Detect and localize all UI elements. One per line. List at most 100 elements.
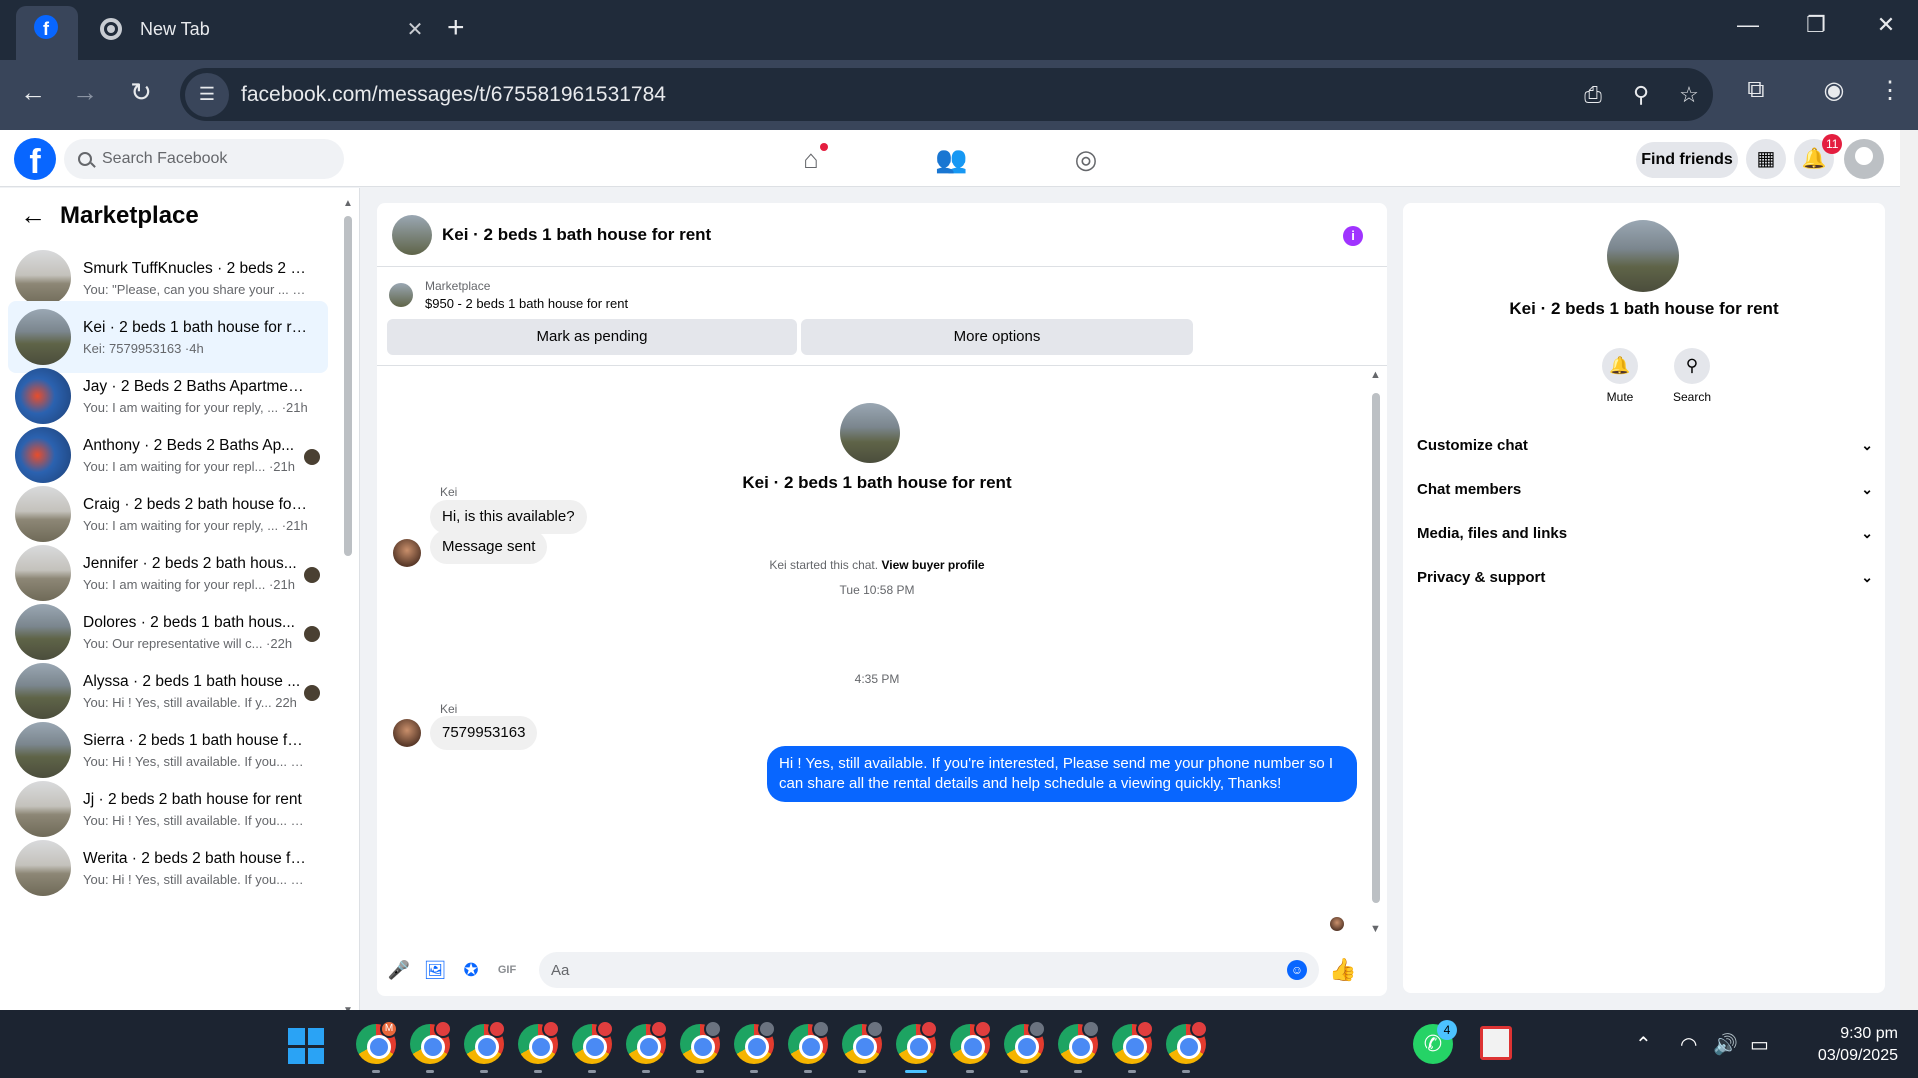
url-text[interactable]: facebook.com/messages/t/675581961531784: [241, 83, 1569, 107]
minimize-icon[interactable]: —: [1728, 12, 1768, 38]
search-icon: [78, 152, 92, 166]
chrome-window-icon[interactable]: [842, 1020, 884, 1064]
forward-icon[interactable]: →: [67, 77, 103, 108]
scroll-up-icon[interactable]: ▲: [343, 198, 353, 209]
chat-scrollbar[interactable]: ▲ ▼: [1369, 369, 1383, 935]
account-avatar[interactable]: [1844, 139, 1884, 179]
site-info-icon[interactable]: ☰: [185, 72, 229, 117]
reload-icon[interactable]: ↻: [123, 77, 159, 108]
groups-icon[interactable]: ◎: [1071, 144, 1101, 174]
new-tab-button[interactable]: +: [447, 12, 465, 44]
menu-grid-icon[interactable]: ▦: [1746, 139, 1786, 179]
facebook-logo-icon[interactable]: f: [14, 138, 56, 180]
message-composer: 🎤 🖼 ✪ GIF Aa ☺ 👍: [377, 944, 1387, 996]
tab-title: New Tab: [140, 18, 210, 39]
battery-icon[interactable]: ▭: [1750, 1032, 1769, 1057]
back-arrow-icon[interactable]: ←: [20, 200, 46, 231]
chrome-window-icon[interactable]: [572, 1020, 614, 1064]
scroll-up-icon[interactable]: ▲: [1370, 369, 1381, 381]
profile-badge-icon: [920, 1020, 938, 1038]
profile-badge-icon: [758, 1020, 776, 1038]
zoom-icon[interactable]: ⚲: [1617, 82, 1665, 108]
scroll-thumb[interactable]: [344, 216, 352, 556]
chrome-menu-icon[interactable]: ⋮: [1870, 76, 1910, 105]
sender-avatar[interactable]: [393, 539, 421, 567]
chrome-window-icon[interactable]: [950, 1020, 992, 1064]
browser-toolbar: ← → ↻ ☰ facebook.com/messages/t/67558196…: [0, 60, 1918, 130]
restore-icon[interactable]: ❐: [1796, 12, 1836, 38]
close-window-icon[interactable]: ✕: [1866, 12, 1906, 38]
page-scrollbar[interactable]: [1900, 130, 1918, 1010]
chrome-window-icon[interactable]: [410, 1020, 452, 1064]
view-buyer-profile-link[interactable]: View buyer profile: [881, 558, 984, 572]
attach-photo-icon[interactable]: 🖼: [417, 960, 453, 981]
message-bubble-outgoing[interactable]: Hi ! Yes, still available. If you're int…: [767, 746, 1357, 802]
gif-icon[interactable]: GIF: [489, 964, 525, 976]
chrome-window-icon[interactable]: M: [356, 1020, 398, 1064]
snipping-tool-icon[interactable]: [1480, 1026, 1512, 1060]
chrome-window-icon[interactable]: [1112, 1020, 1154, 1064]
chrome-window-icon[interactable]: [1004, 1020, 1046, 1064]
message-bubble-incoming[interactable]: Hi, is this available?: [430, 500, 587, 534]
chat-title[interactable]: Kei · 2 beds 1 bath house for rent: [442, 225, 711, 245]
chat-avatar[interactable]: [392, 214, 432, 255]
conversation-item[interactable]: Werita · 2 beds 2 bath house fo... You: H…: [8, 832, 328, 904]
customize-chat-item[interactable]: Customize chat ⌄: [1417, 427, 1873, 463]
more-options-button[interactable]: More options: [801, 319, 1193, 355]
thumbs-up-icon[interactable]: 👍: [1329, 957, 1356, 983]
chrome-window-icon[interactable]: [896, 1020, 938, 1064]
mute-button[interactable]: 🔔 Mute: [1590, 348, 1650, 404]
tab-facebook[interactable]: f: [16, 6, 78, 60]
chat-members-item[interactable]: Chat members ⌄: [1417, 471, 1873, 507]
chrome-window-icon[interactable]: [464, 1020, 506, 1064]
tab-new-tab[interactable]: New Tab ✕: [86, 6, 430, 52]
chrome-window-icon[interactable]: [788, 1020, 830, 1064]
bookmark-star-icon[interactable]: ☆: [1665, 82, 1713, 108]
bell-icon: 🔔: [1602, 348, 1638, 384]
message-bubble-incoming[interactable]: Message sent: [430, 530, 548, 564]
chrome-window-icon[interactable]: [680, 1020, 722, 1064]
chrome-window-icon[interactable]: [626, 1020, 668, 1064]
wifi-icon[interactable]: ◠: [1680, 1032, 1697, 1057]
listing-summary[interactable]: Marketplace $950 - 2 beds 1 bath house f…: [389, 279, 628, 311]
search-facebook-input[interactable]: Search Facebook: [64, 139, 344, 179]
scroll-down-icon[interactable]: ▼: [1370, 923, 1381, 935]
chrome-window-icon[interactable]: [518, 1020, 560, 1064]
address-bar[interactable]: ☰ facebook.com/messages/t/67558196153178…: [180, 68, 1713, 121]
conversation-scrollbar[interactable]: ▲ ▼: [342, 198, 354, 1010]
sticker-icon[interactable]: ✪: [453, 960, 489, 981]
emoji-icon[interactable]: ☺: [1287, 960, 1307, 980]
conversation-info-icon[interactable]: i: [1343, 226, 1363, 246]
message-bubble-incoming[interactable]: 7579953163: [430, 716, 538, 750]
clock-date: 03/09/2025: [1817, 1047, 1898, 1064]
install-app-icon[interactable]: ⎙: [1569, 82, 1617, 108]
chrome-window-icon[interactable]: [734, 1020, 776, 1064]
volume-icon[interactable]: 🔊: [1713, 1032, 1738, 1057]
conversation-thumbnail: [15, 840, 71, 896]
friends-icon[interactable]: 👥: [935, 144, 967, 174]
chat-header: Kei · 2 beds 1 bath house for rent i: [377, 203, 1387, 267]
profile-icon[interactable]: ◉: [1814, 76, 1854, 105]
taskbar-running-indicator: [426, 1070, 434, 1073]
show-hidden-icons-icon[interactable]: ⌃: [1635, 1032, 1652, 1057]
tab-search-icon[interactable]: ⧉: [1736, 76, 1776, 104]
scroll-thumb[interactable]: [1372, 393, 1380, 903]
sender-name: Kei: [440, 485, 458, 499]
system-clock[interactable]: 9:30 pm 03/09/2025: [1790, 1023, 1898, 1067]
sender-avatar[interactable]: [393, 719, 421, 747]
info-avatar[interactable]: [1607, 220, 1679, 292]
chrome-window-icon[interactable]: [1166, 1020, 1208, 1064]
item-label: Media, files and links: [1417, 524, 1568, 542]
chrome-window-icon[interactable]: [1058, 1020, 1100, 1064]
mark-pending-button[interactable]: Mark as pending: [387, 319, 797, 355]
profile-badge-icon: [1082, 1020, 1100, 1038]
voice-clip-icon[interactable]: 🎤: [381, 960, 417, 981]
privacy-support-item[interactable]: Privacy & support ⌄: [1417, 559, 1873, 595]
close-tab-icon[interactable]: ✕: [400, 17, 430, 42]
find-friends-button[interactable]: Find friends: [1636, 142, 1738, 178]
message-input[interactable]: Aa ☺: [539, 952, 1319, 988]
windows-start-icon[interactable]: [288, 1028, 324, 1064]
media-files-links-item[interactable]: Media, files and links ⌄: [1417, 515, 1873, 551]
search-conversation-button[interactable]: ⚲ Search: [1662, 348, 1722, 404]
back-icon[interactable]: ←: [15, 77, 51, 108]
